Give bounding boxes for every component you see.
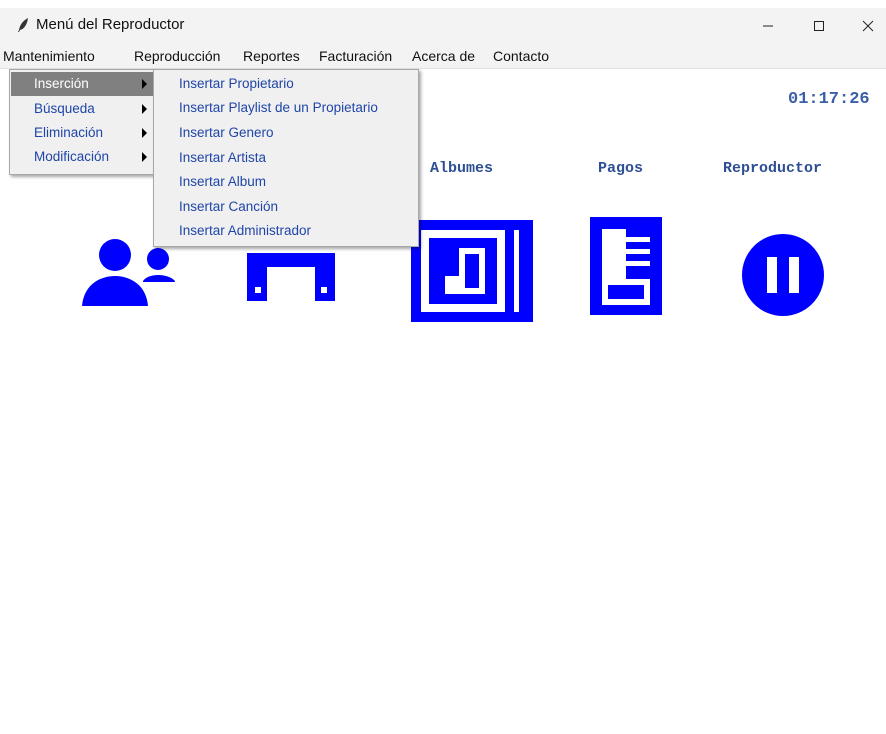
- menu-item-insertar-album[interactable]: Insertar Album: [179, 170, 266, 194]
- submenu-arrow-icon: [142, 128, 147, 138]
- menu-contacto[interactable]: Contacto: [493, 48, 549, 64]
- menu-item-insertar-cancion[interactable]: Insertar Canción: [179, 195, 278, 219]
- menu-item-busqueda[interactable]: Búsqueda: [11, 97, 154, 121]
- album-icon[interactable]: [409, 218, 535, 324]
- submenu-arrow-icon: [142, 152, 147, 162]
- menu-facturacion[interactable]: Facturación: [319, 48, 392, 64]
- clock-display: 01:17:26: [788, 90, 870, 109]
- menu-item-insercion-label: Inserción: [34, 76, 89, 91]
- menu-item-insercion[interactable]: Inserción: [11, 72, 154, 96]
- menu-reportes[interactable]: Reportes: [243, 48, 300, 64]
- title-bar: Menú del Reproductor: [0, 0, 886, 44]
- menu-item-insertar-genero[interactable]: Insertar Genero: [179, 121, 274, 145]
- insercion-submenu: Insertar Propietario Insertar Playlist d…: [153, 69, 419, 247]
- menu-item-insertar-artista[interactable]: Insertar Artista: [179, 146, 266, 170]
- menu-item-insertar-propietario[interactable]: Insertar Propietario: [179, 72, 294, 96]
- menu-item-insertar-administrador[interactable]: Insertar Administrador: [179, 219, 311, 243]
- feather-icon: [18, 18, 28, 32]
- mantenimiento-dropdown: Inserción Búsqueda Eliminación Modificac…: [9, 69, 156, 175]
- close-icon: [862, 20, 874, 32]
- menu-item-insertar-playlist[interactable]: Insertar Playlist de un Propietario: [179, 96, 378, 120]
- payment-document-icon[interactable]: [588, 215, 664, 317]
- submenu-arrow-icon: [142, 79, 147, 89]
- minimize-button[interactable]: [745, 10, 791, 42]
- menu-mantenimiento[interactable]: Mantenimiento: [3, 48, 95, 64]
- menu-acerca-de[interactable]: Acerca de: [412, 48, 475, 64]
- title-bar-top-edge: [0, 0, 886, 8]
- maximize-button[interactable]: [796, 10, 842, 42]
- section-label-pagos: Pagos: [598, 160, 644, 177]
- pause-icon[interactable]: [741, 233, 825, 317]
- menu-reproduccion[interactable]: Reproducción: [134, 48, 220, 64]
- minimize-icon: [763, 25, 773, 27]
- submenu-arrow-icon: [142, 104, 147, 114]
- music-note-icon[interactable]: [245, 245, 337, 303]
- close-button[interactable]: [845, 10, 886, 42]
- menu-bar: Mantenimiento Reproducción Reportes Fact…: [0, 44, 886, 69]
- menu-item-busqueda-label: Búsqueda: [34, 101, 95, 116]
- maximize-icon: [814, 21, 824, 31]
- section-label-albumes: Albumes: [430, 160, 494, 177]
- window-title: Menú del Reproductor: [36, 16, 185, 33]
- menu-item-modificacion[interactable]: Modificación: [11, 145, 154, 169]
- section-label-reproductor: Reproductor: [723, 160, 823, 177]
- menu-item-eliminacion[interactable]: Eliminación: [11, 121, 154, 145]
- menu-item-modificacion-label: Modificación: [34, 149, 110, 164]
- menu-item-eliminacion-label: Eliminación: [34, 125, 104, 140]
